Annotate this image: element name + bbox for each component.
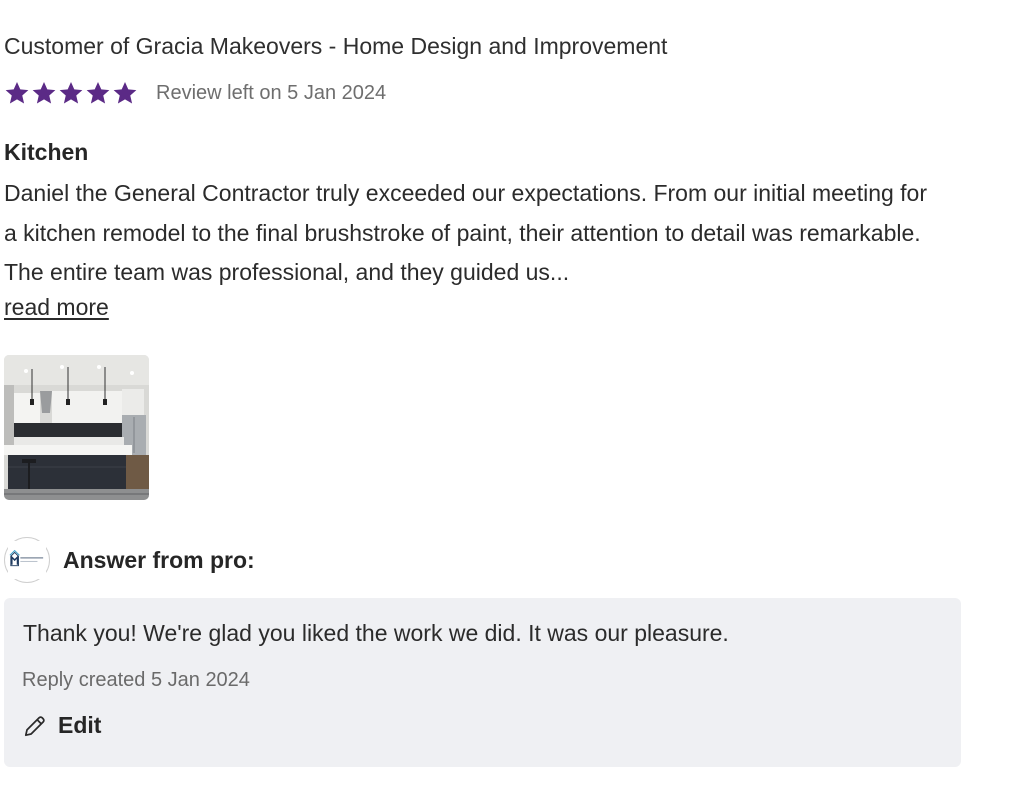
- answer-header: Answer from pro:: [4, 537, 255, 583]
- company-logo-icon: [8, 541, 46, 579]
- edit-button[interactable]: Edit: [22, 712, 101, 739]
- star-rating: [4, 80, 139, 106]
- answer-label: Answer from pro:: [63, 546, 255, 573]
- kitchen-photo-icon: [4, 355, 149, 500]
- edit-label: Edit: [58, 712, 102, 738]
- star-icon: [4, 80, 31, 106]
- star-icon: [112, 80, 139, 106]
- reviewer-name: Customer of Gracia Makeovers - Home Desi…: [4, 33, 668, 59]
- reply-text: Thank you! We're glad you liked the work…: [23, 620, 729, 646]
- read-more-link[interactable]: read more: [4, 294, 109, 321]
- review-photo[interactable]: [4, 355, 149, 500]
- review-date: Review left on 5 Jan 2024: [156, 81, 387, 104]
- star-icon: [58, 80, 85, 106]
- reply-date: Reply created 5 Jan 2024: [22, 669, 250, 691]
- review-body: Daniel the General Contractor truly exce…: [4, 180, 928, 285]
- star-icon: [85, 80, 112, 106]
- rating-row: Review left on 5 Jan 2024: [4, 80, 386, 106]
- pencil-icon: [22, 713, 48, 739]
- review-title: Kitchen: [4, 139, 89, 165]
- star-icon: [31, 80, 58, 106]
- reply-box: Thank you! We're glad you liked the work…: [4, 598, 961, 767]
- pro-avatar: [4, 537, 50, 583]
